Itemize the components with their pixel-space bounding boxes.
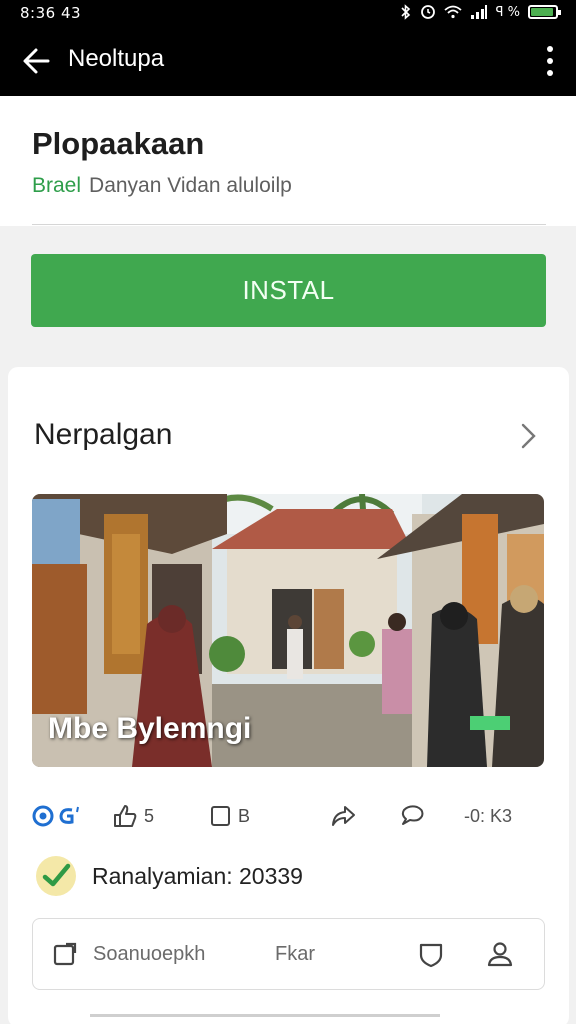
bluetooth-icon — [401, 4, 410, 20]
status-percent: ꟼ % — [495, 4, 520, 20]
shield-tool[interactable] — [417, 919, 445, 989]
reply-action[interactable] — [398, 800, 426, 832]
share-icon — [332, 806, 355, 826]
battery-icon — [528, 5, 561, 19]
like-count: 5 — [144, 805, 155, 826]
status-icons: ꟼ % — [400, 4, 561, 20]
edit-tool[interactable]: Soanuoepkh — [51, 919, 205, 989]
developer-name: Danyan Vidan aluloilp — [89, 174, 292, 197]
signal-icon — [470, 5, 487, 19]
app-name: Plopaakaan — [32, 126, 205, 161]
tool-mid-label: Fkar — [275, 942, 315, 965]
views-action[interactable] — [32, 800, 82, 832]
comment-icon — [211, 806, 230, 826]
status-time: 8:36 43 — [20, 4, 82, 22]
reply-icon — [401, 805, 424, 825]
more-vert-icon[interactable] — [546, 44, 554, 78]
actions-row: 5 B -0: K3 — [32, 800, 544, 832]
chevron-right-icon[interactable] — [515, 420, 541, 452]
person-icon — [487, 942, 513, 967]
photo-caption: Mbe Bylemngi — [48, 712, 252, 745]
section-title[interactable]: Nerpalgan — [34, 418, 172, 452]
app-bar: Neoltupa — [0, 26, 576, 96]
verification-text: Ranalyamian: 20339 — [92, 862, 303, 889]
person-tool[interactable] — [485, 919, 515, 989]
edit-square-icon — [53, 942, 77, 966]
verification-row: Ranalyamian: 20339 — [36, 856, 303, 896]
comment-action[interactable]: B — [210, 800, 250, 832]
developer-line[interactable]: Brael Danyan Vidan aluloilp — [32, 174, 292, 198]
share-action[interactable] — [330, 800, 356, 832]
status-bar: 8:36 43 ꟼ % — [0, 0, 576, 26]
app-info-panel: Plopaakaan Brael Danyan Vidan aluloilp — [0, 96, 576, 226]
next-section-peek — [90, 1014, 440, 1024]
views-icon — [32, 805, 79, 827]
more-count-action[interactable]: -0: K3 — [464, 800, 512, 832]
tools-bar: Soanuoepkh Fkar — [32, 918, 545, 990]
wifi-icon — [444, 5, 462, 19]
tool-left-label: Soanuoepkh — [93, 942, 206, 965]
alarm-icon — [420, 5, 435, 19]
tool-mid[interactable]: Fkar — [275, 919, 315, 989]
thumb-up-icon — [114, 805, 137, 827]
developer-prefix: Brael — [32, 174, 82, 197]
shield-icon — [419, 943, 443, 968]
install-button[interactable]: INSTAL — [31, 254, 546, 327]
back-arrow-icon[interactable] — [18, 42, 56, 80]
battery-fill — [531, 8, 553, 16]
more-count-icon: -0: K3 — [464, 805, 513, 826]
appbar-title: Neoltupa — [68, 45, 165, 72]
like-action[interactable]: 5 — [112, 800, 154, 832]
divider — [32, 224, 546, 225]
comment-count: B — [238, 805, 251, 826]
check-badge-icon — [36, 856, 76, 896]
